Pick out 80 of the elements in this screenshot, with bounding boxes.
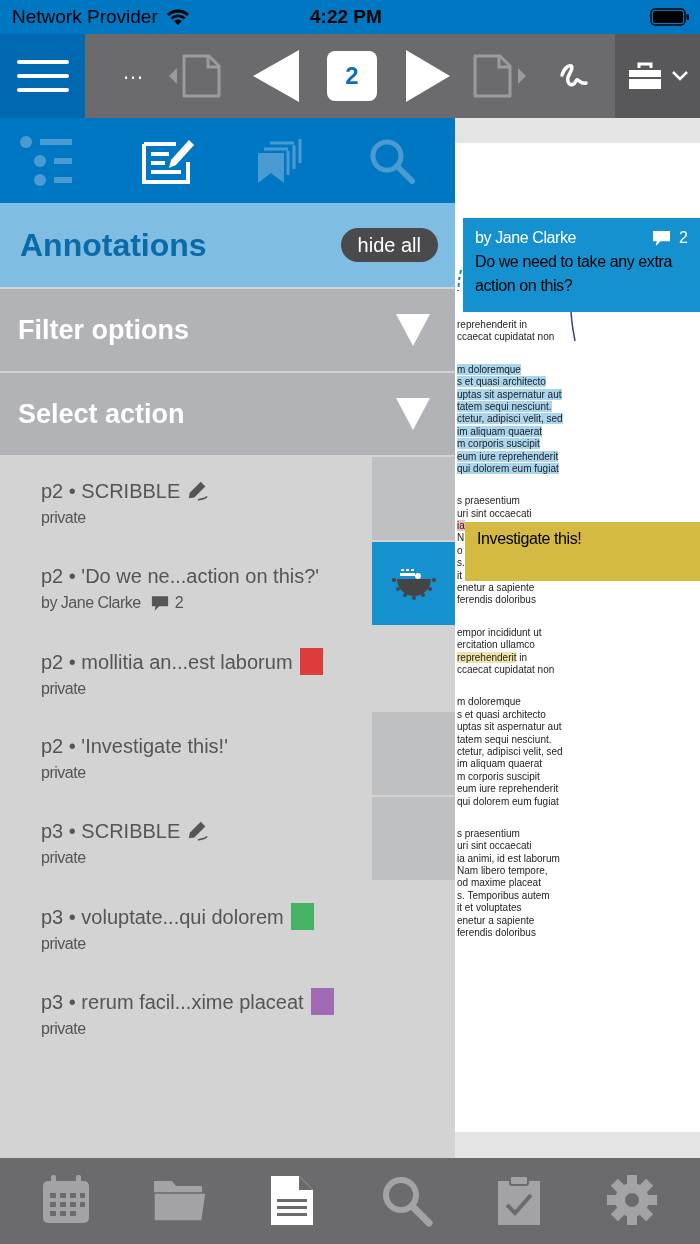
bookmarks-icon bbox=[258, 138, 302, 183]
comment-text: Do we need to take any extra action on this? bbox=[475, 252, 674, 296]
document-text-line: im aliquam quaerat bbox=[457, 758, 543, 771]
document-text-line: reprehenderit in bbox=[457, 319, 528, 332]
document-text-line: qui dolorem eum fugiat bbox=[457, 795, 559, 808]
document-text-line: uptas sit aspernatur aut bbox=[457, 721, 562, 734]
previous-page-icon[interactable] bbox=[253, 50, 299, 102]
comment-icon bbox=[150, 594, 169, 612]
document-text-line: ccaecat cupidatat non bbox=[457, 331, 555, 344]
menu-icon bbox=[16, 60, 69, 92]
document-text-line: ia animi, id est laborum bbox=[457, 852, 560, 866]
note-text: Investigate this! bbox=[477, 530, 582, 547]
annotation-title: p2 • SCRIBBLE bbox=[41, 479, 181, 504]
annotation-subtitle: private bbox=[41, 848, 86, 868]
comment-count: 2 bbox=[679, 228, 688, 248]
comment-icon bbox=[652, 229, 672, 247]
document-text-line: m doloremque bbox=[457, 696, 521, 709]
pencil-icon bbox=[187, 480, 210, 502]
annotation-subtitle: private bbox=[41, 763, 86, 783]
document-text-line: enetur a sapiente bbox=[457, 914, 535, 927]
document-text-line: uri sint occaecati bbox=[457, 840, 532, 853]
document-text-line: it bbox=[457, 569, 462, 583]
document-text-line: tatem sequi nesciunt. bbox=[457, 733, 552, 746]
clock-time: 4:22 PM bbox=[310, 4, 382, 29]
document-text-line: s et quasi architecto bbox=[457, 708, 546, 722]
menu-button[interactable] bbox=[0, 34, 85, 118]
annotation-title: p3 • voluptate...qui dolorem bbox=[41, 904, 284, 930]
comment-popup[interactable]: by Jane Clarke 2 Do we need to take any extra action on this? bbox=[463, 218, 700, 312]
annotation-title: p2 • 'Investigate this!' bbox=[41, 734, 228, 759]
comment-author: by Jane Clarke bbox=[475, 228, 577, 248]
chevron-down-icon bbox=[671, 71, 688, 81]
annotation-title: p2 • 'Do we ne...action on this?' bbox=[41, 564, 320, 589]
search-icon bbox=[380, 1175, 433, 1227]
wifi-icon bbox=[165, 8, 190, 26]
document-text-line: ccaecat cupidatat non bbox=[457, 664, 555, 677]
fan-icon bbox=[390, 566, 437, 601]
document-text-line: s praesentium bbox=[457, 495, 520, 508]
page-number-field[interactable]: 2 bbox=[327, 51, 377, 101]
next-document-icon[interactable] bbox=[472, 53, 526, 99]
document-text-line: s. Temporibus autem bbox=[457, 889, 550, 903]
more-button[interactable]: … bbox=[119, 61, 147, 91]
document-text-line: ferendis doloribus bbox=[457, 594, 536, 607]
document-text-line: s praesentium bbox=[457, 827, 520, 841]
battery-icon bbox=[650, 8, 690, 26]
next-page-icon[interactable] bbox=[406, 50, 450, 102]
comment-count: 2 bbox=[174, 593, 184, 613]
annotation-subtitle: private bbox=[41, 679, 86, 699]
document-text-line: N bbox=[457, 532, 465, 545]
document-text-line: uri sint occaecati bbox=[457, 507, 532, 521]
annotation-subtitle: private bbox=[41, 508, 86, 528]
document-text-line: ctetur, adipisci velit, sed bbox=[457, 745, 563, 759]
edit-note-icon bbox=[142, 137, 194, 184]
annotation-title: p2 • mollitia an...est laborum bbox=[41, 649, 293, 675]
hide-all-button[interactable]: hide all bbox=[340, 228, 438, 262]
document-text-line: reprehenderit in bbox=[457, 651, 528, 664]
document-text-line: o bbox=[457, 544, 463, 558]
document-text-line: eum iure reprehenderit bbox=[457, 783, 559, 796]
panel-title: Annotations bbox=[20, 226, 207, 265]
toolbox-menu-button[interactable] bbox=[615, 34, 700, 118]
annotation-subtitle: by Jane Clarke bbox=[41, 593, 141, 613]
document-text-line: it et voluptates bbox=[457, 902, 522, 915]
carrier-name: Network Provider bbox=[12, 4, 158, 29]
document-text-line: s. bbox=[457, 557, 465, 570]
document-text-line: m corporis suscipit bbox=[457, 770, 540, 784]
annotation-subtitle: private bbox=[41, 934, 86, 954]
document-text-line: ferendis doloribus bbox=[457, 927, 536, 940]
search-icon bbox=[369, 137, 415, 184]
annotation-title: p3 • SCRIBBLE bbox=[41, 819, 181, 844]
document-text-line: ercitation ullamco bbox=[457, 639, 535, 652]
text-note[interactable]: Investigate this! bbox=[465, 522, 700, 581]
settings-icon bbox=[607, 1175, 660, 1227]
annotation-subtitle: private bbox=[41, 1019, 86, 1039]
previous-document-icon[interactable] bbox=[169, 53, 223, 99]
document-text-line: empor incididunt ut bbox=[457, 626, 542, 640]
document-text-line: Nam libero tempore, bbox=[457, 865, 548, 878]
annotation-title: p3 • rerum facil...xime placeat bbox=[41, 989, 304, 1015]
document-text-line: enetur a sapiente bbox=[457, 582, 535, 595]
toolbox-icon bbox=[627, 62, 662, 90]
document-text-line: od maxime placeat bbox=[457, 877, 541, 890]
pencil-icon bbox=[187, 820, 210, 842]
